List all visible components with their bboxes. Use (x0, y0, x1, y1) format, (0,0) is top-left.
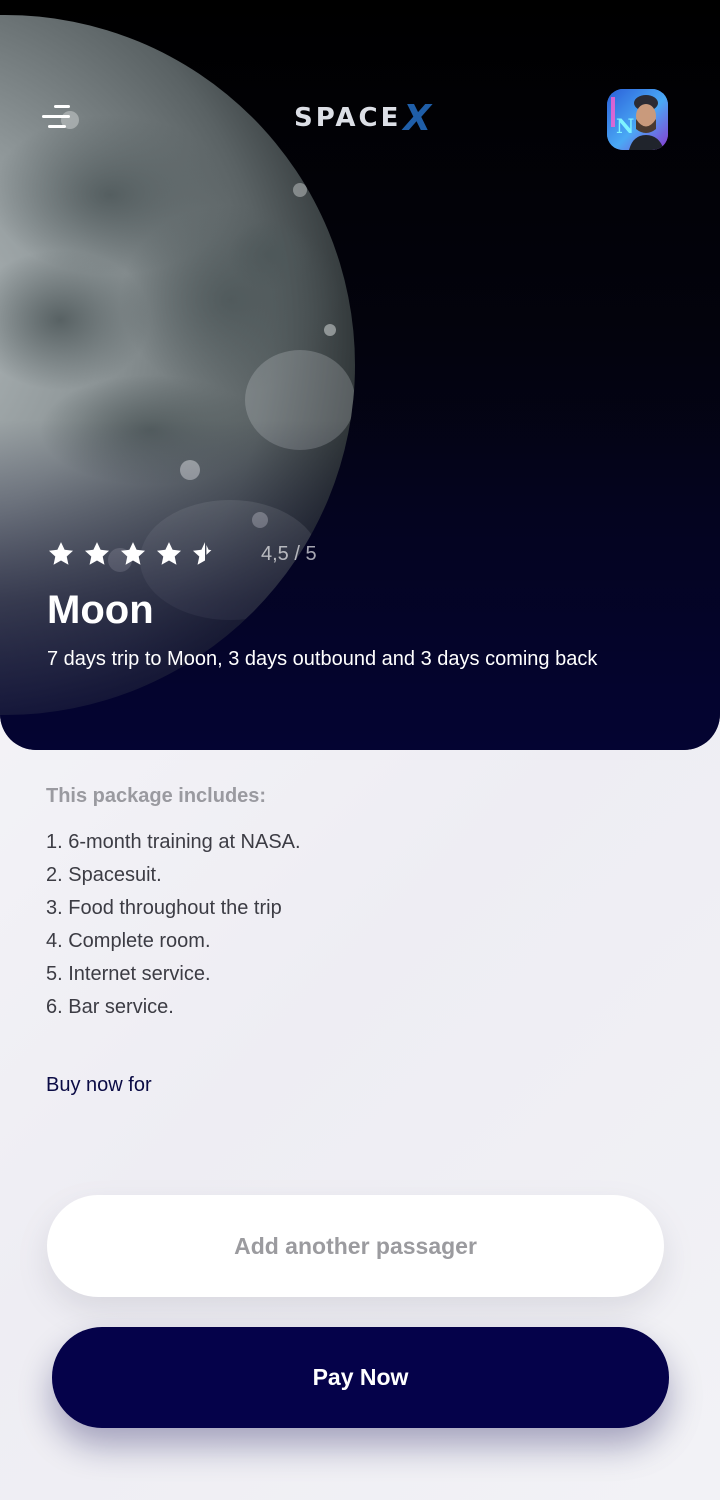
star-full-icon (156, 542, 182, 565)
list-item: 6. Bar service. (46, 996, 174, 1018)
spacex-logo: SPACE X (294, 97, 432, 139)
user-avatar[interactable]: N (607, 89, 668, 150)
package-includes-heading: This package includes: (46, 785, 267, 807)
hero-gradient-overlay (0, 420, 720, 750)
star-full-icon (84, 542, 110, 565)
pay-now-button[interactable]: Pay Now (52, 1327, 669, 1428)
star-half-icon (192, 542, 212, 565)
destination-description: 7 days trip to Moon, 3 days outbound and… (47, 648, 598, 670)
avatar-portrait-icon: N (607, 89, 668, 150)
list-item: 2. Spacesuit. (46, 864, 162, 886)
star-full-icon (48, 542, 74, 565)
menu-icon[interactable] (42, 105, 72, 131)
destination-title: Moon (47, 588, 154, 632)
star-full-icon (120, 542, 146, 565)
add-passenger-button[interactable]: Add another passager (47, 1195, 664, 1297)
package-includes-list: 1. 6-month training at NASA. 2. Spacesui… (46, 828, 301, 1026)
svg-text:N: N (616, 114, 634, 138)
list-item: 1. 6-month training at NASA. (46, 831, 301, 853)
list-item: 4. Complete room. (46, 930, 211, 952)
logo-wordmark: SPACE (294, 103, 402, 133)
list-item: 3. Food throughout the trip (46, 897, 282, 919)
logo-x-mark: X (403, 97, 432, 139)
rating-value: 4,5 / 5 (261, 542, 317, 565)
rating: 4,5 / 5 (47, 540, 317, 568)
buy-now-label: Buy now for (46, 1074, 152, 1096)
rating-stars (47, 540, 219, 568)
hero-banner: SPACE X N 4,5 / 5 Moon 7 days trip to Mo… (0, 0, 720, 750)
list-item: 5. Internet service. (46, 963, 211, 985)
